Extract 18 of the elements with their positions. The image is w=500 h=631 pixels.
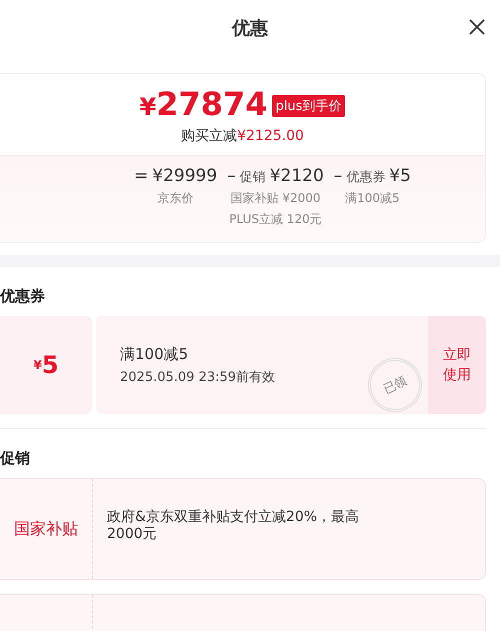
saving-text: 购买立减¥2125.00	[181, 127, 304, 145]
promotion-tag: 国家补贴	[14, 518, 78, 540]
close-icon[interactable]	[468, 18, 486, 36]
final-price: ¥27874	[140, 86, 268, 125]
breakdown-amount: – 优惠券 ¥5	[334, 166, 411, 186]
use-now-button[interactable]: 立即使用	[428, 316, 486, 414]
dialog-title: 优惠	[232, 16, 268, 40]
breakdown-amount: – 促销 ¥2120	[227, 166, 324, 186]
coupon-title: 满100减5	[120, 344, 188, 364]
breakdown-note: PLUS立减 120元	[229, 211, 322, 228]
coupon-value: ¥5	[0, 316, 92, 414]
price-badge: plus到手价	[272, 94, 346, 116]
breakdown-amount: = ¥29999	[134, 166, 218, 186]
promotion-text: 政府&京东双重补贴支付立减20%，最高2000元	[107, 509, 360, 542]
breakdown-note: 满100减5	[345, 190, 400, 207]
breakdown-note: 京东价	[158, 190, 194, 207]
coupon-validity: 2025.05.09 23:59前有效	[120, 368, 276, 386]
breakdown-note: 国家补贴 ¥2000	[230, 190, 320, 207]
